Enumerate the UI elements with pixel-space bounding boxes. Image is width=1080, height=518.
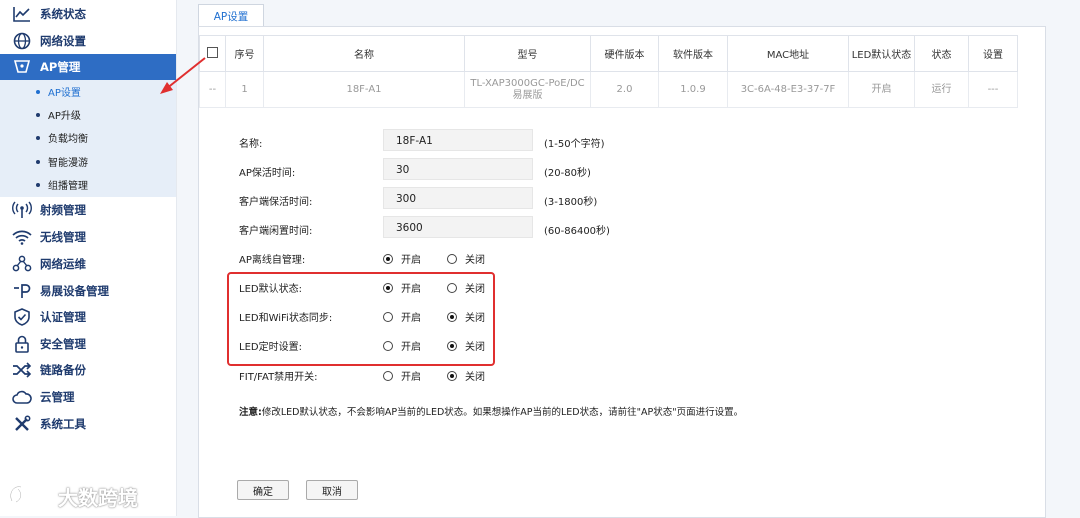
annotation-arrow (160, 57, 206, 94)
